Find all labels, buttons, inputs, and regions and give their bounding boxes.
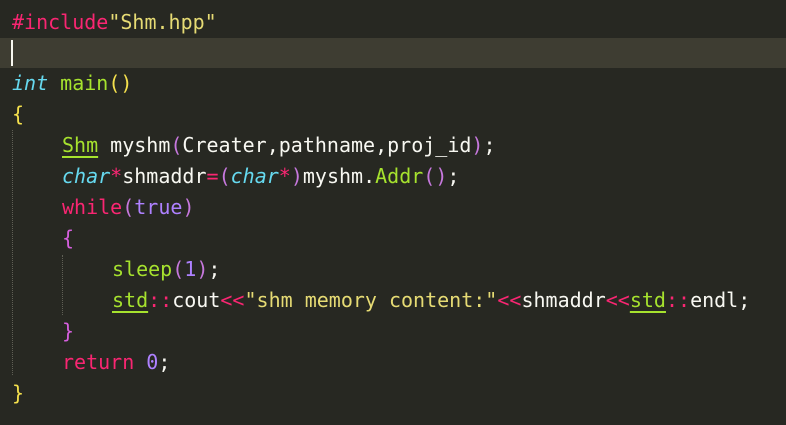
paren: ) <box>471 133 484 157</box>
open-brace: { <box>62 226 75 250</box>
function-name: main <box>60 71 109 95</box>
code-line-6[interactable]: char*shmaddr=(char*)myshm.Addr(); <box>62 161 459 192</box>
paren: ( <box>172 257 185 281</box>
type-keyword: char <box>62 164 111 188</box>
code-line-8[interactable]: { <box>62 223 74 254</box>
scope-operator: :: <box>148 288 173 312</box>
code-line-10[interactable]: std::cout<<"shm memory content:"<<shmadd… <box>112 285 750 316</box>
indent-guide <box>62 255 63 315</box>
cast-type: char <box>230 164 279 188</box>
number-literal: 0 <box>146 350 159 374</box>
text-cursor <box>11 40 13 66</box>
close-brace: } <box>12 381 25 405</box>
stream-operator: << <box>497 288 522 312</box>
code-editor[interactable]: #include"Shm.hpp" int main() { Shm myshm… <box>0 0 786 425</box>
semicolon: ; <box>208 257 221 281</box>
indent-guide <box>12 130 13 375</box>
bool-literal: true <box>134 195 183 219</box>
close-brace: } <box>62 319 75 343</box>
paren: ( <box>218 164 231 188</box>
cout: cout <box>172 288 221 312</box>
variable: shmaddr <box>122 164 207 188</box>
type-keyword: int <box>12 71 49 95</box>
code-line-9[interactable]: sleep(1); <box>112 254 220 285</box>
while-keyword: while <box>62 195 123 219</box>
paren: ( <box>170 133 183 157</box>
arguments: Creater,pathname,proj_id <box>182 133 472 157</box>
paren: ) <box>435 164 448 188</box>
return-keyword: return <box>62 350 135 374</box>
number-literal: 1 <box>184 257 197 281</box>
paren: ) <box>290 164 303 188</box>
namespace: std <box>629 288 666 312</box>
class-name: Shm <box>62 133 99 157</box>
code-line-1[interactable]: #include"Shm.hpp" <box>12 7 217 38</box>
scope-operator: :: <box>665 288 691 312</box>
code-line-13[interactable]: } <box>12 378 24 409</box>
object: myshm. <box>302 164 376 188</box>
assign-operator: = <box>206 164 219 188</box>
pointer-star: * <box>110 164 123 188</box>
semicolon: ; <box>158 350 171 374</box>
paren: ( <box>122 195 135 219</box>
paren: ) <box>196 257 209 281</box>
paren: ) <box>182 195 195 219</box>
semicolon: ; <box>447 164 460 188</box>
code-line-11[interactable]: } <box>62 316 74 347</box>
function-call: sleep <box>112 257 173 281</box>
stream-operator: << <box>220 288 245 312</box>
stream-operator: << <box>605 288 630 312</box>
code-line-5[interactable]: Shm myshm(Creater,pathname,proj_id); <box>62 130 496 161</box>
code-line-12[interactable]: return 0; <box>62 347 170 378</box>
namespace: std <box>112 288 149 312</box>
string-literal: "shm memory content:" <box>244 288 498 312</box>
open-brace: { <box>12 102 25 126</box>
method-name: Addr <box>375 164 424 188</box>
variable: myshm <box>98 133 171 157</box>
paren: ) <box>120 71 133 95</box>
semicolon: ; <box>483 133 496 157</box>
paren: ( <box>423 164 436 188</box>
endl: endl <box>690 288 739 312</box>
code-line-4[interactable]: { <box>12 99 24 130</box>
code-line-3[interactable]: int main() <box>12 68 132 99</box>
variable: shmaddr <box>521 288 606 312</box>
include-directive: #include <box>12 10 109 34</box>
pointer-star: * <box>278 164 291 188</box>
semicolon: ; <box>738 288 751 312</box>
include-header: "Shm.hpp" <box>108 10 217 34</box>
current-line-highlight <box>0 38 786 68</box>
code-line-7[interactable]: while(true) <box>62 192 194 223</box>
paren: ( <box>108 71 121 95</box>
